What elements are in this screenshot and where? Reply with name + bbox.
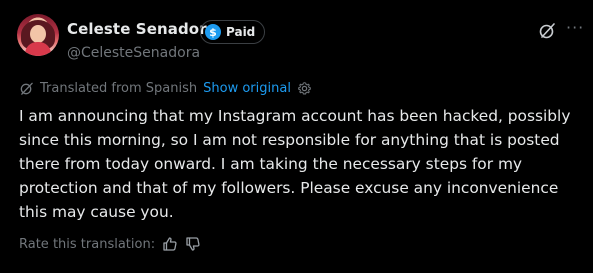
show-original-link[interactable]: Show original [203, 81, 291, 96]
paid-badge-label: Paid [226, 25, 256, 39]
author-name[interactable]: Celeste Senadora [67, 20, 217, 38]
paid-badge[interactable]: $ Paid [200, 20, 266, 44]
thumbs-down-icon[interactable] [185, 236, 201, 252]
tweet-card: Celeste Senadora $ Paid @CelesteSenadora… [0, 0, 593, 273]
rate-translation-label: Rate this translation: [19, 236, 156, 252]
translate-icon [20, 82, 33, 95]
dollar-icon: $ [205, 24, 221, 40]
more-options-icon[interactable]: ··· [566, 20, 584, 36]
grok-icon[interactable] [538, 22, 556, 40]
rate-translation-row: Rate this translation: [19, 236, 201, 252]
avatar-face [30, 25, 46, 43]
gear-icon[interactable] [297, 81, 312, 96]
avatar[interactable] [17, 14, 59, 56]
translated-from-label: Translated from Spanish [40, 81, 198, 96]
translation-notice: Translated from Spanish Show original [19, 81, 312, 96]
author-handle[interactable]: @CelesteSenadora [67, 45, 200, 61]
tweet-text: I am announcing that my Instagram accoun… [19, 107, 571, 221]
thumbs-up-icon[interactable] [162, 236, 178, 252]
